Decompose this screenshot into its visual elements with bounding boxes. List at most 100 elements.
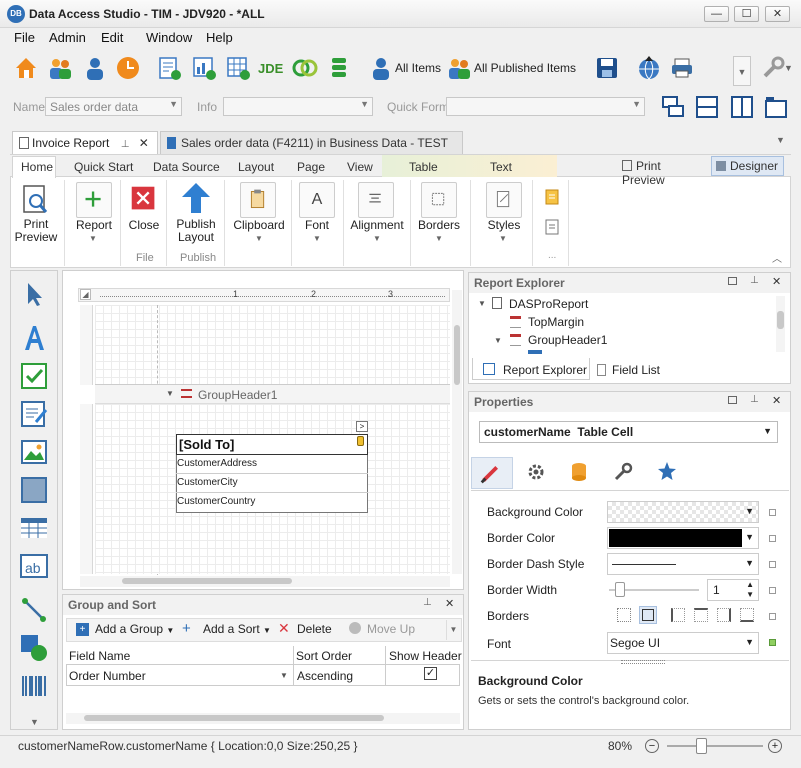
tab-field-list[interactable]: Field List (597, 363, 660, 377)
jde-icon[interactable]: JDE (258, 61, 283, 76)
all-published-items-label[interactable]: All Published Items (474, 61, 576, 75)
toolbox-scroll-down[interactable]: ▼ (30, 717, 39, 727)
globe-upload-icon[interactable] (636, 55, 662, 81)
clock-icon[interactable] (115, 55, 141, 81)
col-sort-order[interactable]: Sort Order (296, 649, 352, 663)
ribbon-tab-data-source[interactable]: Data Source (153, 160, 220, 174)
new-chart-icon[interactable] (191, 55, 217, 81)
shape-tool-icon[interactable] (18, 632, 50, 664)
publish-layout-button[interactable]: Publish Layout (174, 218, 218, 244)
toolbar-overflow-button[interactable]: ▼ (733, 56, 751, 86)
font-button[interactable]: A (299, 182, 335, 218)
prop-background-color-marker[interactable] (769, 509, 776, 516)
designer-vertical-thumb[interactable] (454, 325, 460, 385)
all-items-icon[interactable] (368, 55, 394, 81)
object-selector[interactable]: customerName Table Cell ▼ (479, 421, 778, 443)
col-field-name[interactable]: Field Name (69, 649, 130, 663)
menu-help[interactable]: Help (206, 30, 233, 45)
users-icon[interactable] (47, 55, 73, 81)
tree-item-groupheader1[interactable]: GroupHeader1 (528, 333, 607, 347)
prop-border-width-marker[interactable] (769, 587, 776, 594)
prop-border-dash-marker[interactable] (769, 561, 776, 568)
ribbon-tab-page[interactable]: Page (297, 160, 325, 174)
layout-tabbed-icon[interactable] (764, 95, 788, 119)
top-margin-band[interactable] (95, 305, 450, 385)
splitter-grip[interactable] (621, 660, 665, 664)
table-cell-customer-country[interactable]: CustomerCountry (176, 493, 368, 512)
data-icon[interactable] (570, 461, 588, 483)
menu-admin[interactable]: Admin (49, 30, 86, 45)
font-dropdown-arrow[interactable]: ▼ (313, 234, 321, 243)
gear-icon[interactable] (526, 462, 546, 482)
print-preview-button[interactable]: Print Preview (14, 218, 58, 244)
ribbon-tab-layout[interactable]: Layout (238, 160, 274, 174)
pin-panel-icon[interactable]: ⊥ (423, 597, 432, 608)
zoom-slider-track[interactable] (667, 745, 763, 747)
ribbon-tab-text[interactable]: Text (490, 160, 512, 174)
picture-tool-icon[interactable] (18, 436, 50, 468)
close-explorer-icon[interactable]: ✕ (772, 275, 781, 288)
restore-panel-icon[interactable] (728, 277, 737, 285)
report-button[interactable] (76, 182, 112, 218)
table-cell-sold-to[interactable]: [Sold To] (176, 434, 368, 455)
move-up-button[interactable]: Move Up (367, 622, 415, 636)
tab-list-dropdown[interactable]: ▼ (776, 135, 785, 145)
all-published-items-icon[interactable] (446, 55, 472, 81)
designer-tab[interactable]: Designer (711, 156, 784, 176)
prop-border-color-marker[interactable] (769, 535, 776, 542)
border-bottom-icon[interactable] (740, 608, 754, 622)
pointer-tool-icon[interactable] (18, 278, 50, 310)
border-right-icon[interactable] (717, 608, 731, 622)
label-tool-icon[interactable] (18, 322, 50, 354)
publish-arrow-icon[interactable] (180, 181, 212, 215)
close-tab-icon[interactable]: ✕ (139, 136, 149, 150)
border-all-icon[interactable] (639, 606, 657, 624)
table-cell-customer-address[interactable]: CustomerAddress (176, 455, 368, 474)
new-report-icon[interactable] (156, 55, 182, 81)
spinner-arrows[interactable]: ▲ ▼ (746, 580, 754, 600)
clipboard-button[interactable] (240, 182, 276, 218)
minimize-button[interactable]: — (704, 6, 729, 22)
font-picker[interactable]: Segoe UI ▼ (607, 632, 759, 654)
border-top-icon[interactable] (694, 608, 708, 622)
field-dropdown-arrow[interactable]: ▼ (280, 671, 288, 680)
ribbon-tab-view[interactable]: View (347, 160, 373, 174)
maximize-button[interactable]: ☐ (734, 6, 759, 22)
smart-tag-button[interactable]: > (356, 421, 368, 432)
background-color-picker[interactable]: ▼ (607, 501, 759, 523)
layout-horizontal-icon[interactable] (695, 95, 719, 119)
borders-button[interactable] (421, 182, 457, 218)
barcode-tool-icon[interactable] (18, 670, 50, 702)
restore-properties-icon[interactable] (728, 396, 737, 404)
layout-cascade-icon[interactable] (661, 95, 685, 119)
border-width-spinner[interactable]: 1 ▲ ▼ (707, 579, 759, 601)
user-icon[interactable] (82, 55, 108, 81)
styles-dropdown-arrow[interactable]: ▼ (499, 234, 507, 243)
expand-groupheader-icon[interactable]: ▼ (494, 336, 502, 345)
prop-font-marker[interactable] (769, 639, 776, 646)
border-color-picker[interactable]: ▼ (607, 527, 759, 549)
menu-file[interactable]: File (14, 30, 35, 45)
table-cell-customer-city[interactable]: CustomerCity (176, 474, 368, 493)
border-dash-picker[interactable]: ▼ (607, 553, 759, 575)
tools-icon[interactable] (760, 55, 786, 81)
tab-invoice-report[interactable]: Invoice Report ⊥ ✕ (12, 131, 158, 154)
line-tool-icon[interactable] (18, 594, 50, 626)
zoom-out-button[interactable]: − (645, 739, 659, 753)
row-field-name[interactable]: Order Number (69, 669, 146, 683)
alignment-button[interactable] (358, 182, 394, 218)
link-icon[interactable] (292, 55, 318, 81)
page-settings-icon[interactable] (544, 218, 560, 236)
zoom-in-button[interactable]: + (768, 739, 782, 753)
prop-borders-marker[interactable] (769, 613, 776, 620)
home-icon[interactable] (13, 55, 39, 81)
close-window-button[interactable]: ✕ (765, 6, 790, 22)
tab-sales-order-data[interactable]: Sales order data (F4211) in Business Dat… (160, 131, 463, 154)
ribbon-more-dots[interactable]: ... (548, 250, 556, 261)
name-combo[interactable]: Sales order data ▼ (45, 97, 182, 116)
show-header-checkbox[interactable]: ✓ (424, 667, 437, 680)
layout-vertical-icon[interactable] (730, 95, 754, 119)
close-button[interactable] (127, 182, 163, 218)
group-sort-hscroll-thumb[interactable] (84, 715, 384, 721)
col-show-header[interactable]: Show Header (389, 649, 462, 663)
